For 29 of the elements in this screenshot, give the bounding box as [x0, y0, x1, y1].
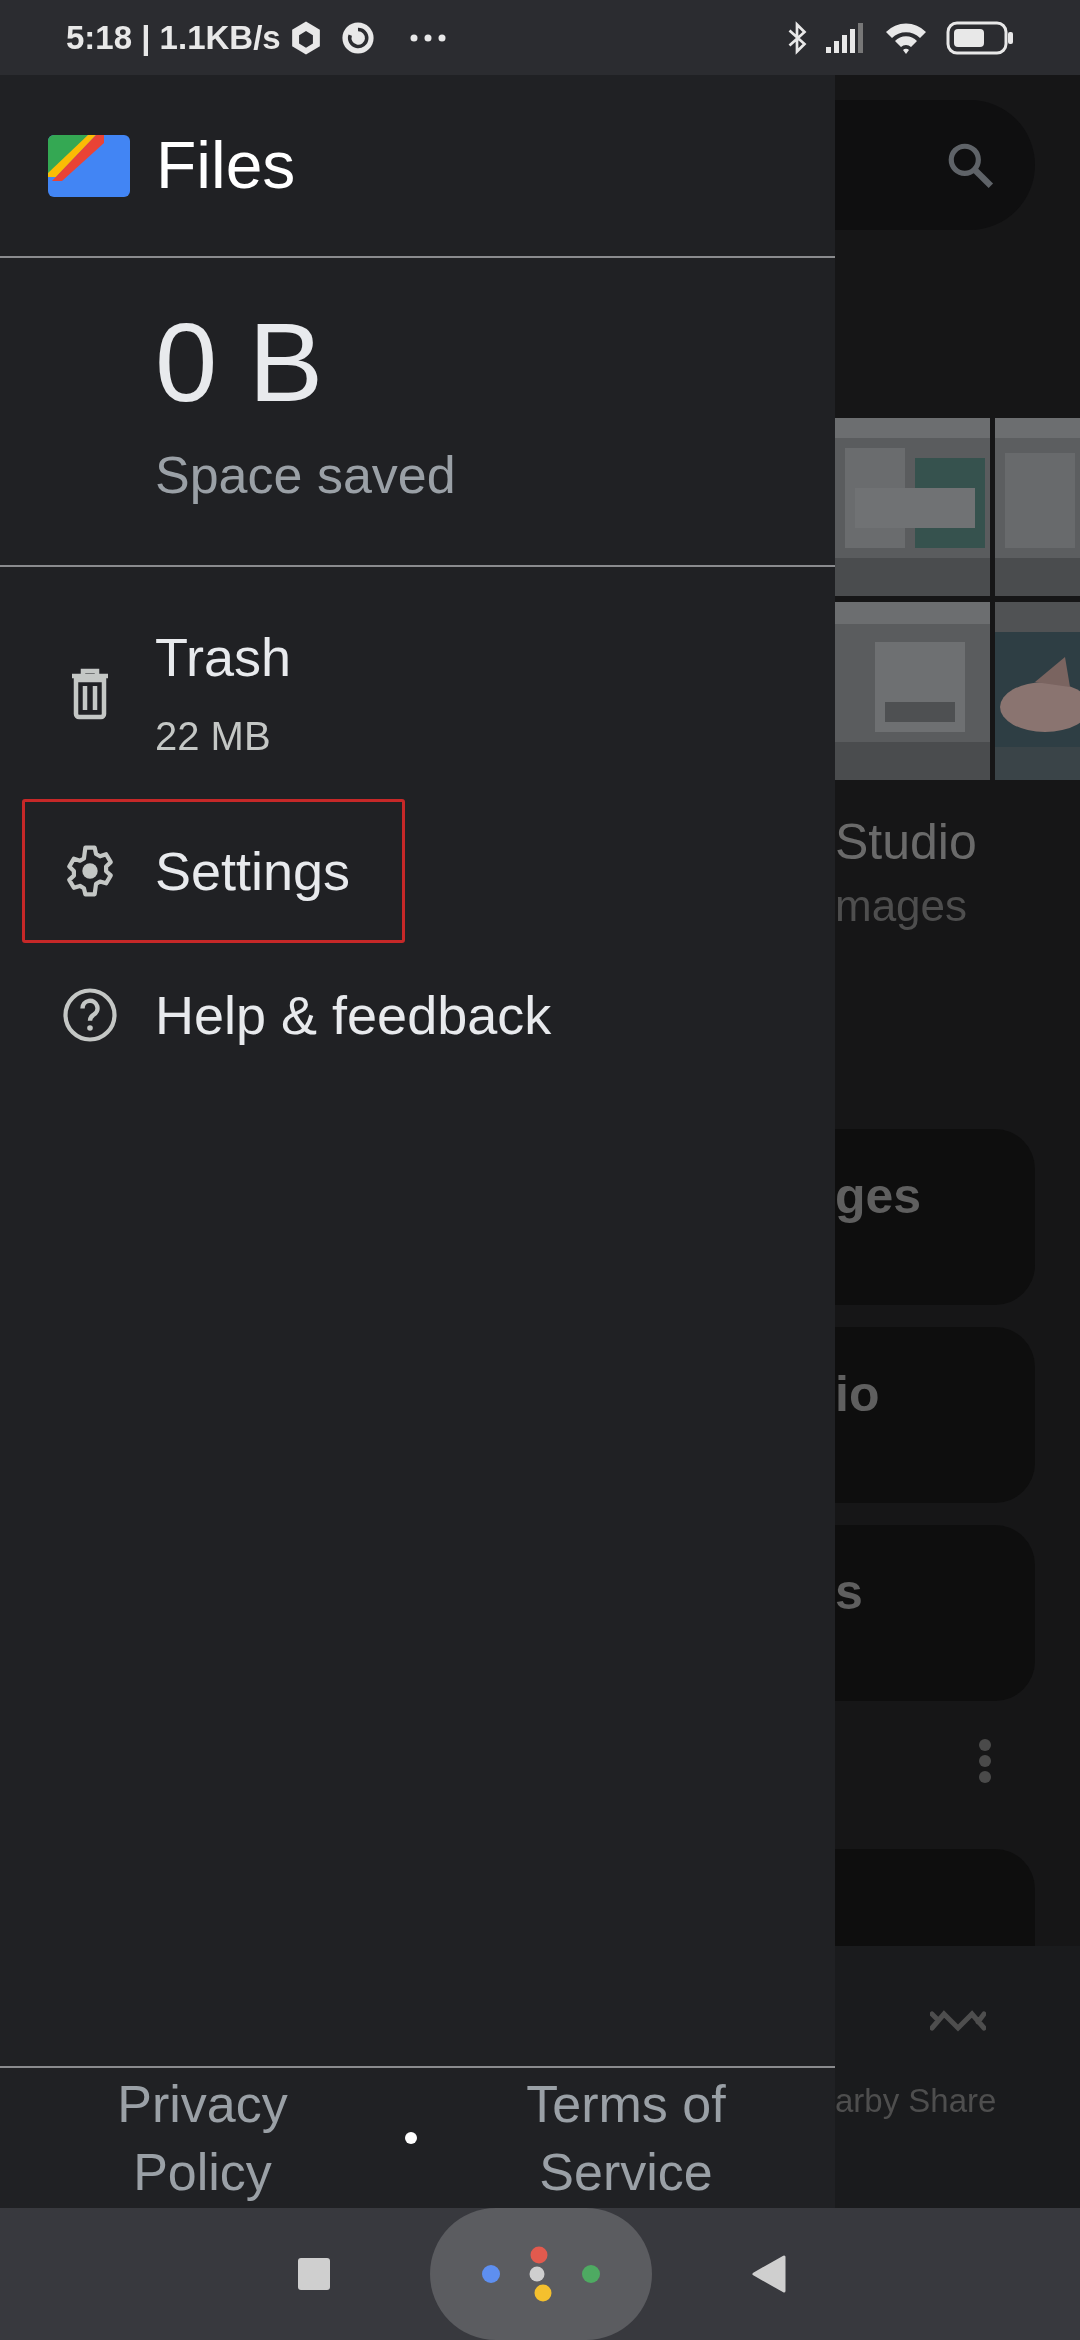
category-label: io — [835, 1365, 880, 1422]
drawer-item[interactable]: Help & feedback — [22, 943, 607, 1088]
category-label: s — [835, 1563, 863, 1620]
drawer-item[interactable]: Trash 22 MB — [22, 589, 347, 800]
collection-subtitle: mages — [835, 880, 969, 932]
search-bar[interactable] — [835, 100, 1035, 230]
sync-icon — [340, 20, 375, 55]
space-saved-label: Space saved — [155, 445, 457, 507]
back-button[interactable] — [752, 2255, 786, 2293]
terms-of-service-link[interactable]: Terms of Service — [417, 2070, 835, 2206]
signal-icon — [826, 22, 866, 53]
assistant-dots-icon — [481, 2244, 601, 2304]
bluetooth-icon — [786, 19, 808, 56]
help-icon — [62, 987, 118, 1044]
collection-title: Studio — [835, 813, 978, 872]
category-label: ges — [835, 1167, 922, 1224]
item-label: Trash — [155, 626, 292, 689]
more-icon — [408, 32, 447, 43]
more-options-icon — [978, 1737, 992, 1784]
item-label: Settings — [155, 840, 351, 904]
privacy-policy-link[interactable]: Privacy Policy — [0, 2070, 405, 2206]
drawer-item[interactable]: Settings — [22, 799, 406, 944]
item-detail: 22 MB — [155, 713, 272, 761]
item-label: Help & feedback — [155, 984, 552, 1048]
app-title: Files — [156, 127, 296, 204]
status-time: 5:18 | 1.1KB/s — [66, 17, 281, 58]
battery-icon — [946, 20, 1014, 55]
app-logo-icon — [48, 134, 130, 197]
space-saved-value: 0 B — [155, 299, 325, 427]
